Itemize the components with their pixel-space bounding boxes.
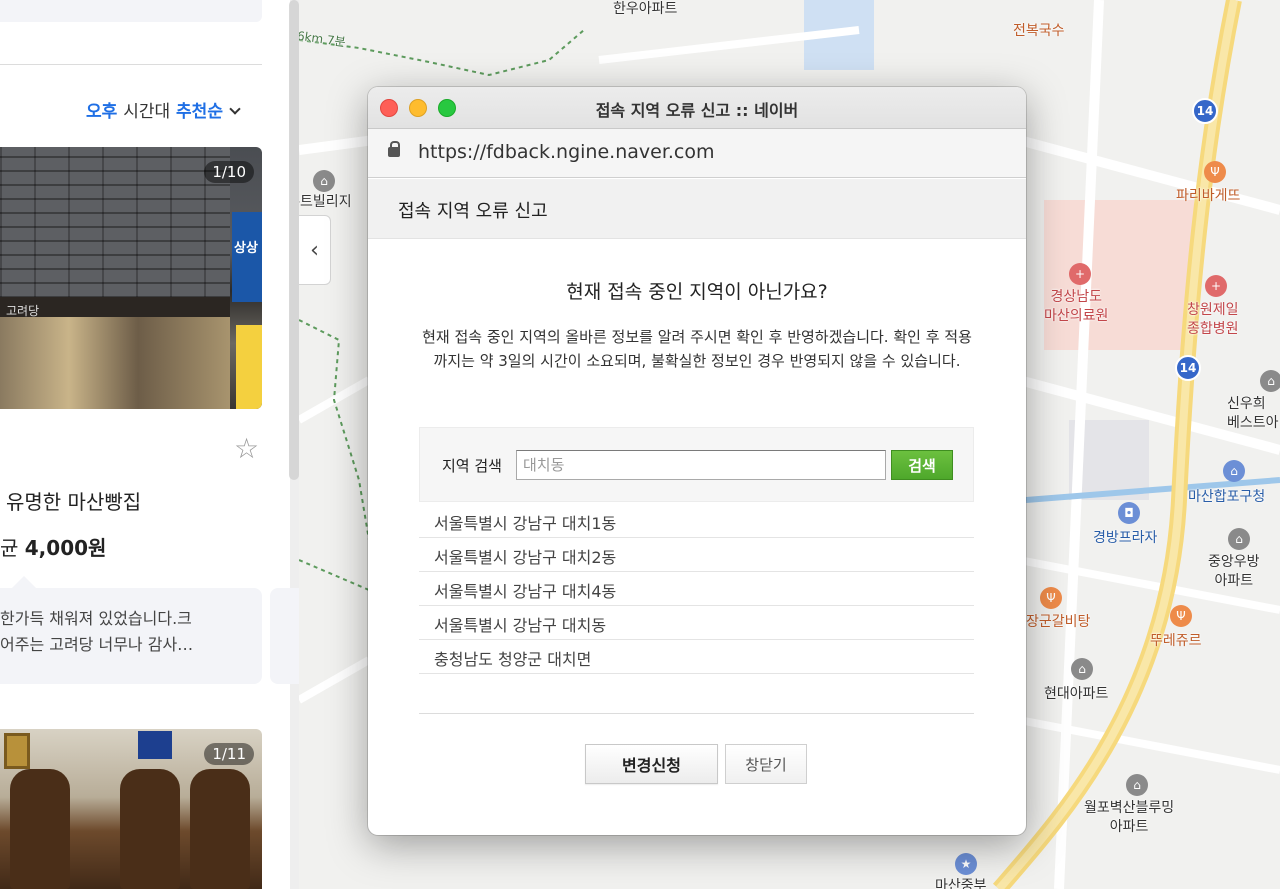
window-titlebar[interactable]: 접속 지역 오류 신고 :: 네이버	[368, 87, 1026, 129]
map-label[interactable]: 마산중부	[935, 875, 987, 889]
place-photo[interactable]: 고려당 상상 1/10	[0, 147, 262, 409]
road-number-badge: 14	[1192, 98, 1218, 124]
sort-filter[interactable]: 오후 시간대 추천순	[86, 97, 241, 122]
page-header: 접속 지역 오류 신고	[368, 179, 1026, 239]
photo-flag	[138, 731, 172, 759]
price-prefix: 균	[0, 536, 19, 560]
map-label[interactable]: 경방프라자	[1093, 527, 1157, 547]
divider	[0, 64, 262, 65]
url-text[interactable]: https://fdback.ngine.naver.com	[418, 141, 715, 163]
building-icon[interactable]: ⌂	[313, 170, 335, 192]
place-photo[interactable]: 1/11	[0, 729, 262, 889]
window-title: 접속 지역 오류 신고 :: 네이버	[595, 101, 799, 120]
photo-banner: 상상	[232, 212, 262, 302]
photo-banner-yellow	[236, 325, 262, 409]
photo-counter: 1/10	[204, 161, 254, 183]
scrollbar[interactable]	[289, 0, 299, 480]
photo-chair	[190, 769, 250, 889]
page-title: 접속 지역 오류 신고	[398, 201, 548, 222]
description: 현재 접속 중인 지역의 올바른 정보를 알려 주시면 확인 후 반영하겠습니다…	[422, 328, 972, 370]
building-icon[interactable]: ⌂	[1260, 370, 1280, 392]
map-label[interactable]: -트빌리지	[299, 191, 352, 211]
result-item[interactable]: 서울특별시 강남구 대치2동	[419, 538, 974, 572]
map-label[interactable]: 현대아파트	[1044, 683, 1108, 703]
map-label[interactable]: 마산합포구청	[1188, 486, 1265, 506]
top-card-remnant	[0, 0, 262, 22]
search-results-list: 서울특별시 강남구 대치1동 서울특별시 강남구 대치2동 서울특별시 강남구 …	[419, 504, 974, 674]
map-label[interactable]: 신우희 베스트아	[1227, 395, 1279, 433]
star-icon[interactable]: ☆	[234, 432, 259, 465]
map-label[interactable]: 창원제일 종합병원	[1187, 301, 1239, 339]
police-icon[interactable]: ★	[955, 853, 977, 875]
restaurant-icon[interactable]: Ψ	[1170, 605, 1192, 627]
question-heading: 현재 접속 중인 지역이 아닌가요?	[566, 281, 828, 303]
search-label: 지역 검색	[442, 457, 502, 475]
region-search-box: 지역 검색 검색	[419, 427, 974, 502]
time-value[interactable]: 오후	[86, 102, 117, 122]
search-button[interactable]: 검색	[891, 450, 953, 480]
map-label[interactable]: 중앙우방 아파트	[1208, 553, 1260, 591]
time-label: 시간대	[123, 102, 171, 122]
road-number-badge: 14	[1175, 355, 1201, 381]
photo-shop-window	[0, 317, 230, 409]
map-label[interactable]: 한우아파트	[613, 0, 677, 18]
chevron-left-icon: ‹	[310, 237, 319, 263]
lock-icon	[388, 141, 400, 157]
building-icon[interactable]: ⌂	[1228, 528, 1250, 550]
map-label[interactable]: 장군갈비탕	[1026, 611, 1090, 631]
price-value: 4,000원	[24, 536, 107, 560]
review-line-1: 한가득 채워져 있었습니다.크	[0, 609, 192, 628]
result-item[interactable]: 서울특별시 강남구 대치1동	[419, 504, 974, 538]
map-label[interactable]: 전복국수	[1013, 20, 1065, 40]
result-item[interactable]: 서울특별시 강남구 대치4동	[419, 572, 974, 606]
photo-chair	[10, 769, 70, 889]
photo-chair	[120, 769, 180, 889]
place-price: 균 4,000원	[0, 532, 106, 561]
search-results-panel: 오후 시간대 추천순 고려당 상상 1/10 ☆ 유명한 마산빵집 균 4,00…	[0, 0, 290, 889]
building-icon[interactable]: ⌂	[1126, 774, 1148, 796]
map-label[interactable]: 파리바게뜨	[1176, 185, 1240, 205]
report-popup-window: 접속 지역 오류 신고 :: 네이버 https://fdback.ngine.…	[368, 87, 1026, 835]
map-label[interactable]: 월포벽산블루밍 아파트	[1084, 799, 1174, 837]
restaurant-icon[interactable]: Ψ	[1204, 161, 1226, 183]
result-item[interactable]: 충청남도 청양군 대치면	[419, 640, 974, 674]
photo-frame	[4, 733, 30, 769]
review-snippet[interactable]: 한가득 채워져 있었습니다.크 어주는 고려당 너무나 감사…	[0, 588, 262, 684]
restaurant-icon[interactable]: Ψ	[1040, 587, 1062, 609]
review-line-2: 어주는 고려당 너무나 감사…	[0, 635, 194, 654]
region-search-input[interactable]	[516, 450, 886, 480]
review-notch	[12, 576, 36, 588]
result-item[interactable]: 서울특별시 강남구 대치동	[419, 606, 974, 640]
hospital-icon[interactable]: +	[1069, 263, 1091, 285]
government-icon[interactable]: ⌂	[1223, 460, 1245, 482]
photo-brick-wall	[0, 147, 230, 312]
shopping-icon[interactable]: ◘	[1118, 502, 1140, 524]
hospital-icon[interactable]: +	[1205, 275, 1227, 297]
divider	[419, 713, 974, 714]
photo-counter: 1/11	[204, 743, 254, 765]
sort-value[interactable]: 추천순	[176, 102, 223, 122]
apply-change-button[interactable]: 변경신청	[585, 744, 718, 784]
collapse-panel-button[interactable]: ‹	[299, 215, 331, 285]
close-button[interactable]: 창닫기	[725, 744, 807, 784]
map-label[interactable]: 뚜레쥬르	[1150, 630, 1202, 650]
chevron-down-icon[interactable]	[229, 103, 241, 115]
place-name[interactable]: 유명한 마산빵집	[6, 486, 141, 515]
building-icon[interactable]: ⌂	[1071, 658, 1093, 680]
map-label[interactable]: 경상남도 마산의료원	[1044, 288, 1108, 326]
review-snippet-next[interactable]	[270, 588, 300, 684]
url-bar[interactable]: https://fdback.ngine.naver.com	[368, 129, 1026, 178]
